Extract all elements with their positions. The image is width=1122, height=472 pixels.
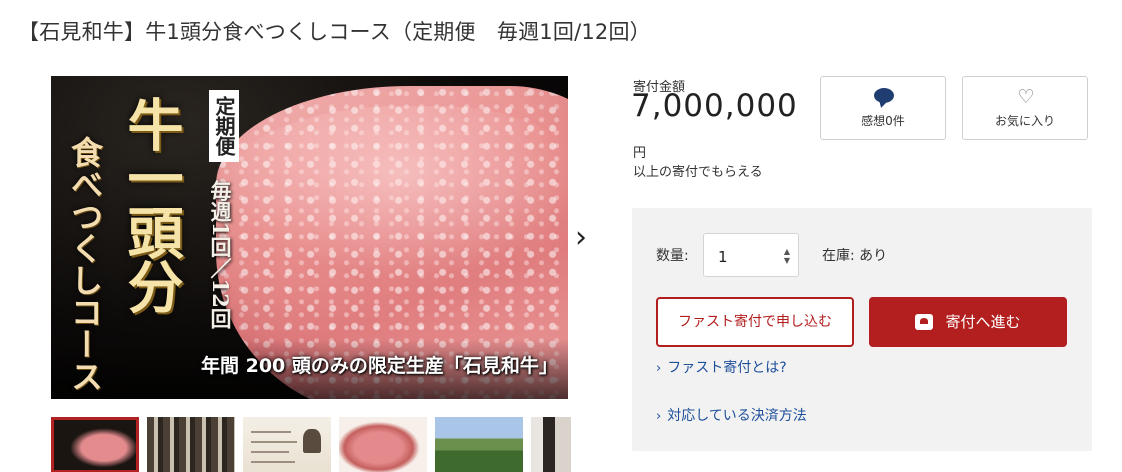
thumbnail-strip: [51, 417, 571, 472]
marbling-highlight: [221, 106, 568, 276]
thumbnail-4[interactable]: [339, 417, 427, 472]
hero-side-text: 食べつくしコース: [66, 136, 104, 392]
heart-outline-icon: ♡: [1017, 86, 1035, 108]
donate-button[interactable]: 寄付へ進む: [869, 297, 1067, 347]
text-line: [251, 451, 289, 453]
chevron-right-icon: ›: [656, 409, 662, 424]
text-line: [251, 441, 297, 443]
hero-badge: 定期便: [209, 90, 239, 162]
stock-status: 在庫: あり: [822, 248, 888, 264]
donate-button-label: 寄付へ進む: [945, 313, 1021, 331]
review-label: 感想0件: [861, 114, 905, 128]
quantity-select[interactable]: 1 ▲ ▼: [703, 233, 799, 277]
payment-methods-link[interactable]: › 対応している決済方法: [656, 405, 807, 425]
favorite-label: お気に入り: [994, 114, 1055, 128]
thumbnail-6[interactable]: [531, 417, 571, 472]
currency-unit: 円: [633, 146, 647, 161]
fast-donation-button[interactable]: ファスト寄付で申し込む: [656, 297, 854, 347]
envelope-heart-icon: [915, 314, 934, 330]
fast-donation-info-link[interactable]: › ファスト寄付とは?: [656, 357, 787, 377]
speech-bubble-icon: [874, 88, 894, 103]
text-line: [251, 461, 295, 463]
review-button[interactable]: 感想0件: [820, 76, 946, 140]
donation-amount: 7,000,000: [631, 88, 798, 124]
chevron-right-icon[interactable]: ›: [575, 223, 595, 253]
select-arrows-icon: ▲ ▼: [783, 247, 790, 265]
chevron-right-icon: ›: [656, 361, 662, 376]
page-title: 【石見和牛】牛1頭分食べつくしコース（定期便 毎週1回/12回）: [18, 20, 651, 44]
link-label: 対応している決済方法: [667, 408, 807, 424]
thumbnail-2[interactable]: [147, 417, 235, 472]
link-label: ファスト寄付とは?: [667, 360, 787, 376]
favorite-button[interactable]: ♡ お気に入り: [962, 76, 1088, 140]
hero-caption: 年間 200 頭のみの限定生産「石見和牛」: [201, 355, 558, 377]
thumbnail-1[interactable]: [51, 417, 139, 472]
text-line: [251, 431, 291, 433]
hero-big-text: 牛一頭分: [118, 96, 184, 312]
quantity-label: 数量:: [656, 248, 689, 264]
producer-photo: [303, 429, 321, 453]
hero-frequency: 毎週1回／12回: [208, 180, 233, 329]
thumbnail-5[interactable]: [435, 417, 523, 472]
thumbnail-3[interactable]: [243, 417, 331, 472]
quantity-value: 1: [718, 248, 728, 266]
main-product-image[interactable]: 食べつくしコース 牛一頭分 定期便 毎週1回／12回 年間 200 頭のみの限定…: [51, 76, 568, 399]
order-panel: 数量: 1 ▲ ▼ 在庫: あり ファスト寄付で申し込む 寄付へ進む › ファスト寄…: [632, 208, 1092, 451]
amount-note: 以上の寄付でもらえる: [633, 165, 763, 180]
